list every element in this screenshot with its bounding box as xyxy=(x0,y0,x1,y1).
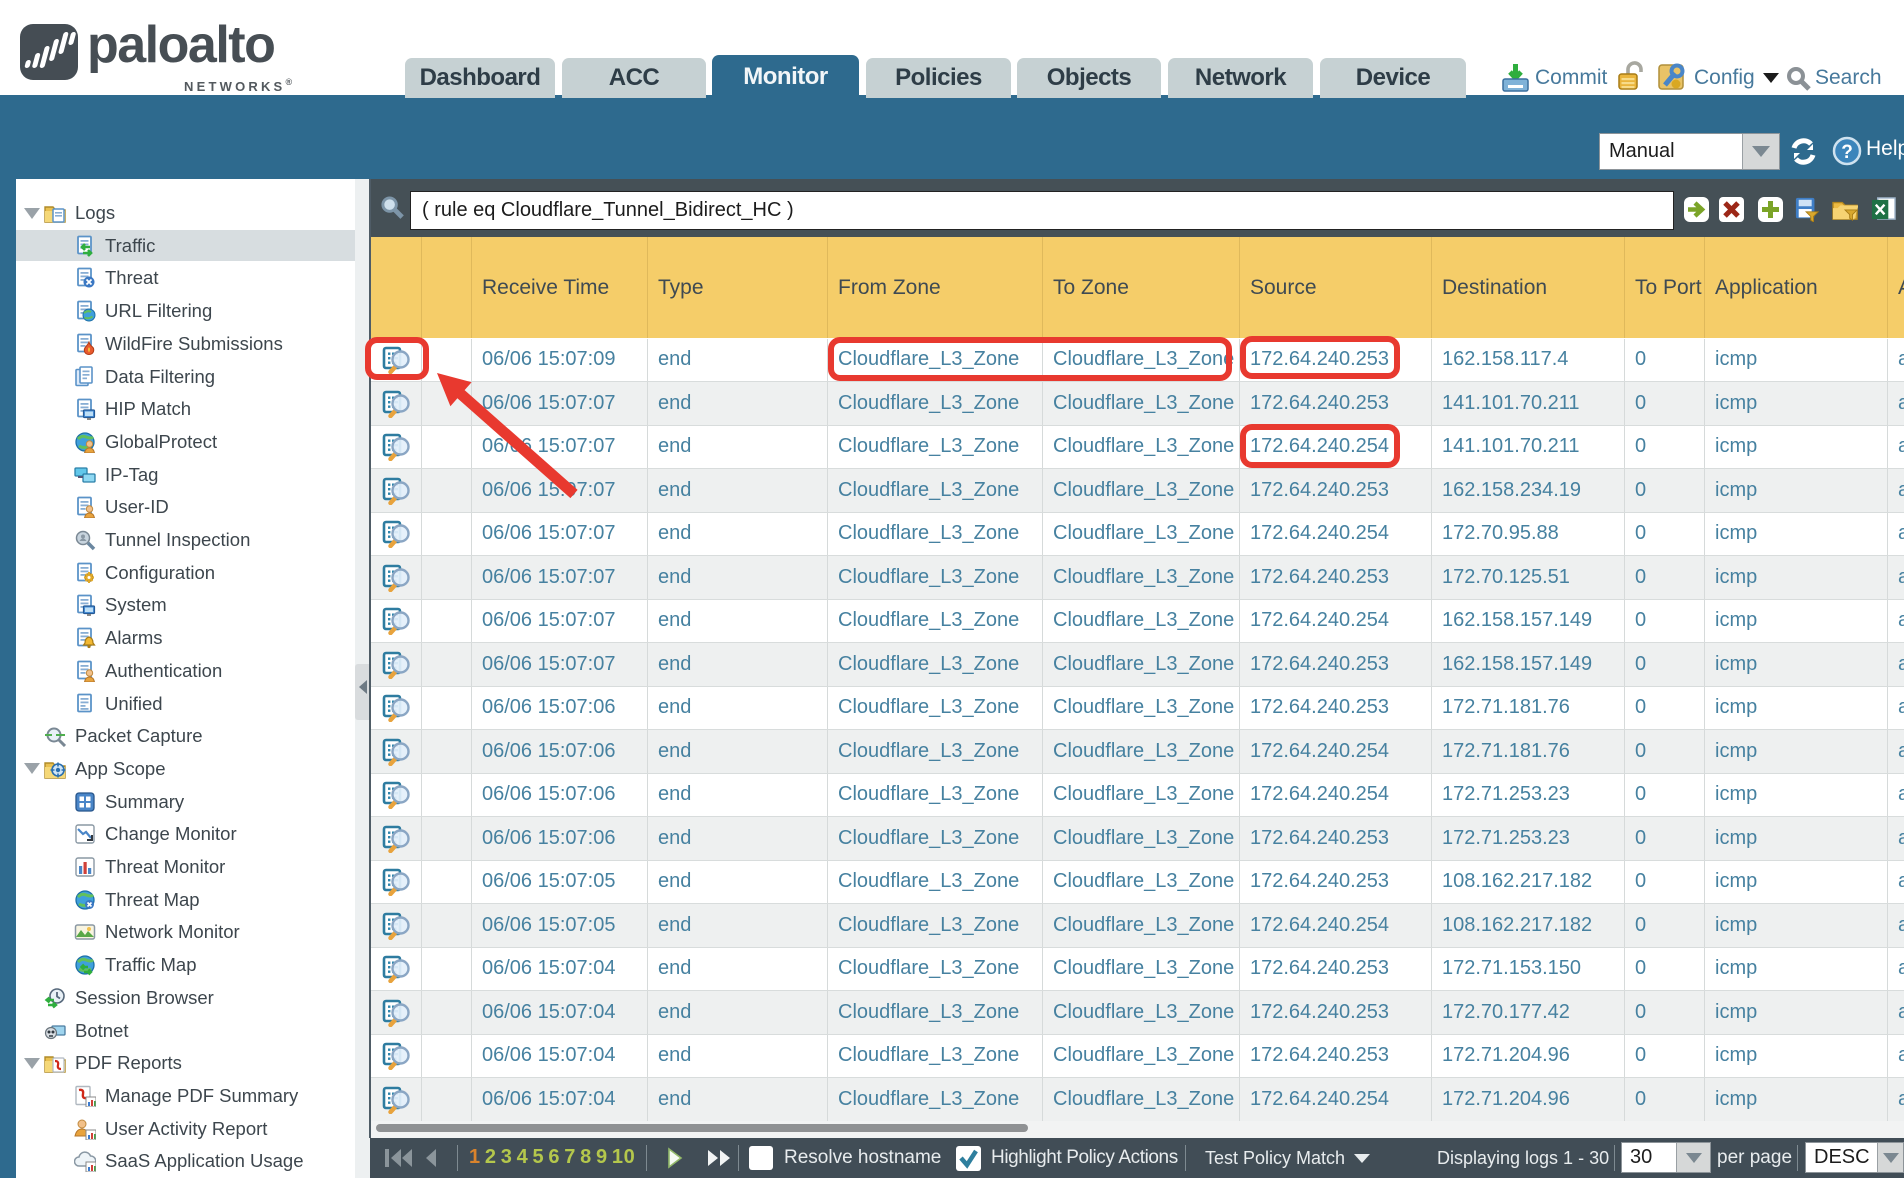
svg-text:?: ? xyxy=(1841,142,1853,163)
